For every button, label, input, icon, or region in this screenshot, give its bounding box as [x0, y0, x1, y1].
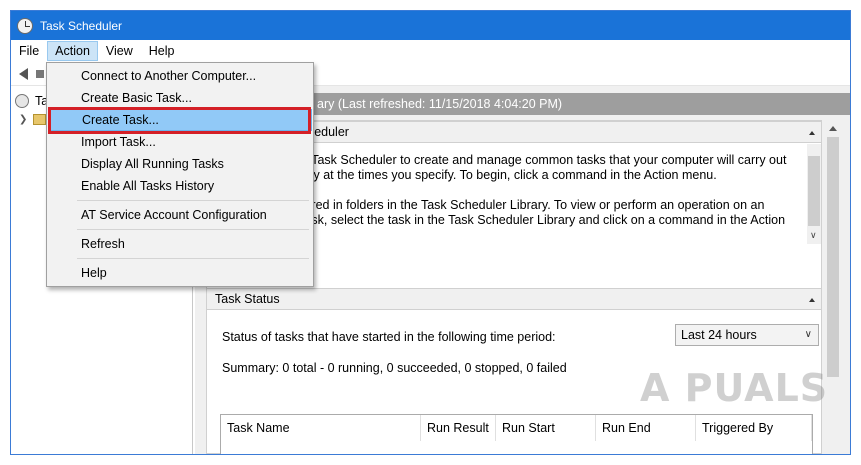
overview-p2-l2: task, select the task in the Task Schedu…	[301, 213, 786, 227]
scroll-thumb[interactable]	[827, 137, 839, 377]
menu-enable-history[interactable]: Enable All Tasks History	[48, 175, 312, 197]
col-task-name[interactable]: Task Name	[221, 415, 421, 441]
scroll-thumb[interactable]	[808, 156, 820, 226]
menu-bar: File Action View Help	[11, 40, 850, 62]
menu-separator	[77, 200, 309, 201]
task-status-header[interactable]: Task Status	[207, 288, 821, 310]
menu-at-service[interactable]: AT Service Account Configuration	[48, 204, 312, 226]
menu-help[interactable]: Help	[141, 41, 183, 61]
status-summary: Summary: 0 total - 0 running, 0 succeede…	[222, 361, 567, 375]
tree-root[interactable]: Ta	[15, 94, 48, 108]
folder-icon	[33, 114, 47, 125]
task-status-table: Task Name Run Result Run Start Run End T…	[220, 414, 813, 454]
clock-icon	[17, 17, 33, 34]
menu-display-running[interactable]: Display All Running Tasks	[48, 153, 312, 175]
back-arrow-icon[interactable]	[19, 67, 28, 80]
chevron-down-icon[interactable]: ∨	[810, 230, 817, 241]
window-title: Task Scheduler	[40, 18, 123, 33]
chevron-down-icon: ∨	[804, 329, 812, 340]
appuals-watermark: A PUALS	[640, 366, 829, 410]
overview-p2-l1: tored in folders in the Task Scheduler L…	[301, 198, 765, 212]
menu-create-basic-task[interactable]: Create Basic Task...	[48, 87, 312, 109]
title-bar: Task Scheduler	[11, 11, 850, 40]
collapse-icon[interactable]	[809, 131, 815, 135]
task-status-header-label: Task Status	[215, 292, 280, 306]
col-run-result[interactable]: Run Result	[421, 415, 496, 441]
status-period-label: Status of tasks that have started in the…	[222, 330, 556, 344]
col-run-start[interactable]: Run Start	[496, 415, 596, 441]
toolbar-icon[interactable]	[36, 69, 44, 78]
time-period-value: Last 24 hours	[681, 328, 757, 342]
chevron-up-icon[interactable]	[829, 126, 837, 131]
tree-library[interactable]: ❯	[19, 114, 47, 125]
menu-import-task[interactable]: Import Task...	[48, 131, 312, 153]
overview-p1-l2: ally at the times you specify. To begin,…	[301, 168, 717, 182]
overview-p1-l1: e Task Scheduler to create and manage co…	[301, 153, 787, 167]
collapse-icon[interactable]	[809, 298, 815, 302]
time-period-dropdown[interactable]: Last 24 hours ∨	[675, 324, 819, 346]
menu-connect-computer[interactable]: Connect to Another Computer...	[48, 65, 312, 87]
highlight-annotation	[48, 107, 311, 134]
menu-separator	[77, 229, 309, 230]
menu-refresh[interactable]: Refresh	[48, 233, 312, 255]
action-dropdown-menu: Connect to Another Computer... Create Ba…	[46, 62, 314, 287]
clock-icon	[15, 94, 29, 108]
menu-view[interactable]: View	[98, 41, 141, 61]
menu-separator	[77, 258, 309, 259]
col-run-end[interactable]: Run End	[596, 415, 696, 441]
menu-file[interactable]: File	[11, 41, 47, 61]
chevron-right-icon[interactable]: ❯	[19, 114, 27, 125]
menu-help-item[interactable]: Help	[48, 262, 312, 284]
menu-action[interactable]: Action	[47, 41, 98, 61]
col-triggered-by[interactable]: Triggered By	[696, 415, 812, 441]
overview-scrollbar[interactable]: ∨	[807, 144, 821, 244]
